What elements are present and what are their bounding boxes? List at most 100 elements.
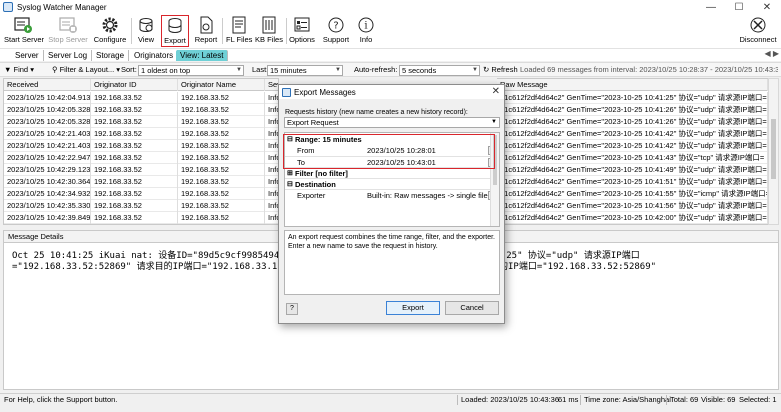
- scrollbar-thumb[interactable]: [771, 119, 776, 179]
- exporter-row[interactable]: Exporter Built-in: Raw messages -> singl…: [285, 189, 499, 200]
- help-button[interactable]: ?: [286, 303, 298, 315]
- options-button[interactable]: Options: [288, 15, 316, 47]
- filter-category[interactable]: ⊞ Filter [no filter]: [285, 167, 499, 178]
- table-row[interactable]: 2023/10/25 10:42:04.913 192.168.33.52 192.…: [4, 92, 278, 104]
- table-row[interactable]: 2023/10/25 10:42:21.403 192.168.33.52 192.…: [4, 128, 278, 140]
- exporter-value[interactable]: Built-in: Raw messages -> single file: [367, 190, 488, 201]
- refresh-label: Refresh: [491, 65, 518, 74]
- property-grid-scrollbar[interactable]: [490, 133, 499, 226]
- cancel-button[interactable]: Cancel: [445, 301, 499, 315]
- table-row[interactable]: 2023/10/25 10:42:29.123 192.168.33.52 192.…: [4, 164, 278, 176]
- table-row-raw[interactable]: 81c612f2df4d64c2" GenTime="2023-10-25 10…: [497, 212, 768, 224]
- details-line-1: Oct 25 10:41:25 iKuai nat: 设备ID="89d5c9c…: [12, 251, 280, 261]
- start-server-button[interactable]: Start Server: [4, 15, 44, 47]
- minimize-button[interactable]: —: [697, 0, 725, 14]
- find-button[interactable]: ▼ Find ▾: [4, 65, 34, 74]
- details-line-1-tail: 41:25" 协议="udp" 请求源IP端口: [490, 251, 640, 261]
- stop-server-label: Stop Server: [48, 35, 88, 44]
- close-button[interactable]: ✕: [753, 0, 781, 14]
- table-row-raw[interactable]: 81c612f2df4d64c2" GenTime="2023-10-25 10…: [497, 116, 768, 128]
- svg-text:i: i: [364, 21, 367, 32]
- disconnect-button[interactable]: Disconnect: [738, 15, 778, 47]
- status-visible: Visible: 69: [701, 395, 736, 404]
- main-toolbar: Start Server Stop Server Configure View: [0, 14, 781, 48]
- fl-file-icon: [232, 16, 246, 34]
- support-button[interactable]: ? Support: [320, 15, 352, 47]
- report-button[interactable]: Report: [193, 15, 219, 47]
- cell-originator-id: 192.168.33.52: [91, 152, 178, 164]
- column-severity[interactable]: Severity: [265, 79, 278, 91]
- scrollbar-thumb[interactable]: [493, 135, 497, 185]
- cell-originator-id: 192.168.33.52: [91, 104, 178, 116]
- tab-server-log[interactable]: Server Log: [44, 50, 93, 61]
- table-row-raw[interactable]: 81c612f2df4d64c2" GenTime="2023-10-25 10…: [497, 188, 768, 200]
- cell-severity: Info: [265, 116, 278, 128]
- destination-category[interactable]: ⊟ Destination: [285, 178, 499, 189]
- table-row[interactable]: 2023/10/25 10:42:21.403 192.168.33.52 192.…: [4, 140, 278, 152]
- chevron-down-icon: ▼: [472, 67, 478, 73]
- messages-grid[interactable]: Received Originator ID Originator Name S…: [3, 78, 279, 225]
- history-label: Requests history (new name creates a new…: [285, 109, 468, 116]
- refresh-button[interactable]: ↻ Refresh: [483, 65, 518, 74]
- table-row-raw[interactable]: 81c612f2df4d64c2" GenTime="2023-10-25 10…: [497, 104, 768, 116]
- export-dialog-button[interactable]: Export: [386, 301, 440, 315]
- table-row[interactable]: 2023/10/25 10:42:05.328 192.168.33.52 192.…: [4, 116, 278, 128]
- maximize-button[interactable]: ☐: [725, 0, 753, 14]
- range-category[interactable]: ⊟ Range: 15 minutes: [285, 134, 499, 145]
- cell-originator-name: 192.168.33.52: [178, 104, 265, 116]
- filter-layout-button[interactable]: ⚲ Filter & Layout... ▾: [52, 65, 120, 74]
- dialog-close-button[interactable]: ✕: [492, 86, 500, 97]
- grid-scrollbar[interactable]: [768, 78, 779, 225]
- cell-originator-name: 192.168.33.52: [178, 152, 265, 164]
- tab-view-latest[interactable]: View: Latest: [176, 50, 229, 61]
- cell-originator-id: 192.168.33.52: [91, 212, 178, 224]
- table-row-raw[interactable]: 81c612f2df4d64c2" GenTime="2023-10-25 10…: [497, 200, 768, 212]
- status-bar: For Help, click the Support button. Load…: [0, 393, 781, 405]
- messages-grid-raw[interactable]: Raw Message 81c612f2df4d64c2" GenTime="2…: [497, 78, 768, 225]
- table-row[interactable]: 2023/10/25 10:42:05.328 192.168.33.52 192.…: [4, 104, 278, 116]
- table-row[interactable]: 2023/10/25 10:42:39.849 192.168.33.52 192.…: [4, 212, 278, 224]
- cell-received: 2023/10/25 10:42:39.849: [4, 212, 91, 224]
- column-originator-id[interactable]: Originator ID: [91, 79, 178, 91]
- fl-files-button[interactable]: FL Files: [226, 15, 252, 47]
- filter-bar: ▼ Find ▾ ⚲ Filter & Layout... ▾ Sort: 1 …: [0, 62, 781, 77]
- history-select[interactable]: Export Request ▼: [284, 117, 500, 128]
- info-button[interactable]: i Info: [355, 15, 377, 47]
- view-button[interactable]: View: [135, 15, 157, 47]
- configure-button[interactable]: Configure: [92, 15, 128, 47]
- autorefresh-select[interactable]: 5 seconds ▼: [399, 65, 480, 76]
- table-row-raw[interactable]: 81c612f2df4d64c2" GenTime="2023-10-25 10…: [497, 140, 768, 152]
- column-originator-name[interactable]: Originator Name: [178, 79, 265, 91]
- table-row[interactable]: 2023/10/25 10:42:30.364 192.168.33.52 192.…: [4, 176, 278, 188]
- tab-originators[interactable]: Originators: [130, 50, 179, 61]
- table-row-raw[interactable]: 81c612f2df4d64c2" GenTime="2023-10-25 10…: [497, 152, 768, 164]
- tab-server[interactable]: Server: [11, 50, 44, 61]
- from-value[interactable]: 2023/10/25 10:28:01: [367, 145, 436, 156]
- to-row[interactable]: To 2023/10/25 10:43:01 ▾: [285, 156, 499, 167]
- kb-files-button[interactable]: KB Files: [255, 15, 283, 47]
- column-raw-message[interactable]: Raw Message: [497, 79, 768, 91]
- table-row-raw[interactable]: 81c612f2df4d64c2" GenTime="2023-10-25 10…: [497, 92, 768, 104]
- export-button[interactable]: Export: [161, 15, 189, 47]
- last-select[interactable]: 15 minutes ▼: [267, 65, 343, 76]
- table-row-raw[interactable]: 81c612f2df4d64c2" GenTime="2023-10-25 10…: [497, 128, 768, 140]
- table-row-raw[interactable]: 81c612f2df4d64c2" GenTime="2023-10-25 10…: [497, 176, 768, 188]
- tab-storage[interactable]: Storage: [92, 50, 130, 61]
- message-details-text[interactable]: Oct 25 10:41:25 iKuai nat: 设备ID="89d5c9c…: [12, 251, 279, 273]
- table-row-raw[interactable]: 81c612f2df4d64c2" GenTime="2023-10-25 10…: [497, 164, 768, 176]
- sort-select[interactable]: 1 oldest on top ▼: [138, 65, 244, 76]
- table-row[interactable]: 2023/10/25 10:42:22.947 192.168.33.52 192.…: [4, 152, 278, 164]
- toolbar-separator: [222, 18, 223, 44]
- message-details-text-tail[interactable]: 41:25" 协议="udp" 请求源IP端口 目的IP端口="192.168.…: [490, 251, 656, 273]
- collapse-icon[interactable]: ⊟: [287, 134, 293, 145]
- from-row[interactable]: From 2023/10/25 10:28:01 ▾: [285, 145, 499, 156]
- column-received[interactable]: Received: [4, 79, 91, 91]
- table-row[interactable]: 2023/10/25 10:42:35.330 192.168.33.52 192.…: [4, 200, 278, 212]
- last-label: Last:: [252, 65, 269, 74]
- stop-server-button[interactable]: Stop Server: [48, 15, 88, 47]
- tab-scroll-arrows[interactable]: ◀ ▶: [764, 49, 779, 58]
- window-title: Syslog Watcher Manager: [17, 2, 107, 12]
- from-label: From: [297, 146, 315, 155]
- table-row[interactable]: 2023/10/25 10:42:34.932 192.168.33.52 192.…: [4, 188, 278, 200]
- details-line-2: ="192.168.33.52:52869" 请求目的IP端口="192.168…: [12, 262, 278, 272]
